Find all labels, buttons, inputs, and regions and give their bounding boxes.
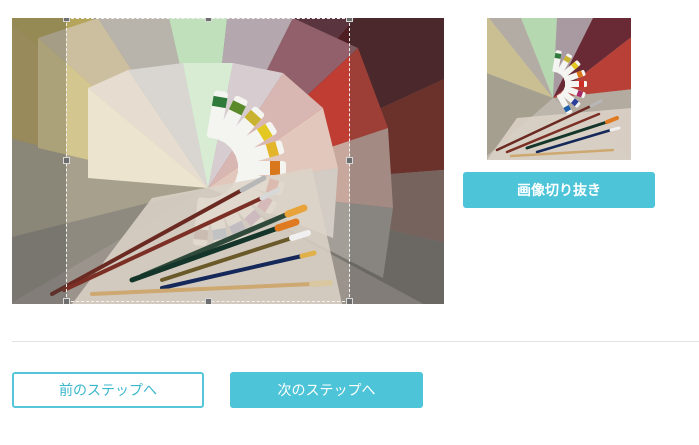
crop-image-button[interactable]: 画像切り抜き — [463, 172, 655, 208]
crop-handle-top[interactable] — [205, 18, 212, 22]
crop-handle-bottom-left[interactable] — [63, 298, 70, 304]
cropped-preview — [487, 18, 631, 160]
crop-handle-bottom-right[interactable] — [346, 298, 353, 304]
section-divider — [12, 341, 699, 342]
crop-handle-top-right[interactable] — [346, 18, 353, 22]
crop-source-image[interactable] — [12, 18, 444, 304]
crop-handle-bottom[interactable] — [205, 298, 212, 304]
crop-handle-top-left[interactable] — [63, 18, 70, 22]
crop-handle-right[interactable] — [346, 157, 353, 164]
crop-selection-box[interactable] — [63, 18, 353, 304]
previous-step-button[interactable]: 前のステップへ — [12, 372, 204, 408]
next-step-button[interactable]: 次のステップへ — [230, 372, 423, 408]
crop-handle-left[interactable] — [63, 157, 70, 164]
cropped-preview-image — [487, 18, 631, 160]
